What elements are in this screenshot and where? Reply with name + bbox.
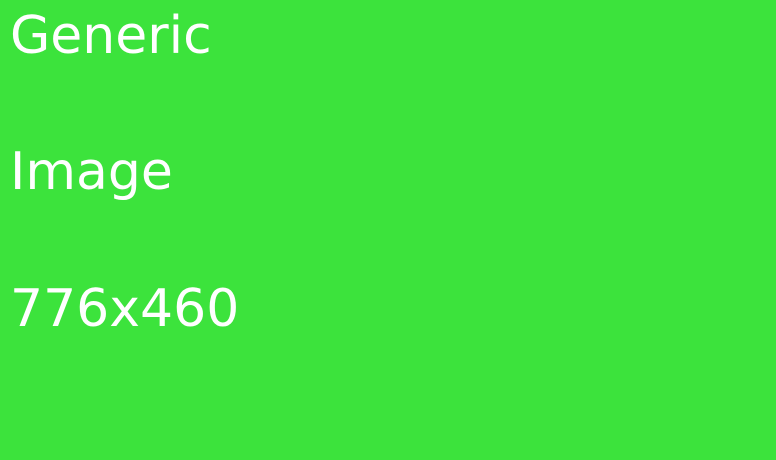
placeholder-line-generic: Generic [10,6,212,66]
placeholder-line-image: Image [10,142,173,202]
placeholder-line-dimensions: 776x460 [10,279,240,339]
placeholder-canvas: Generic Image 776x460 [0,0,776,460]
